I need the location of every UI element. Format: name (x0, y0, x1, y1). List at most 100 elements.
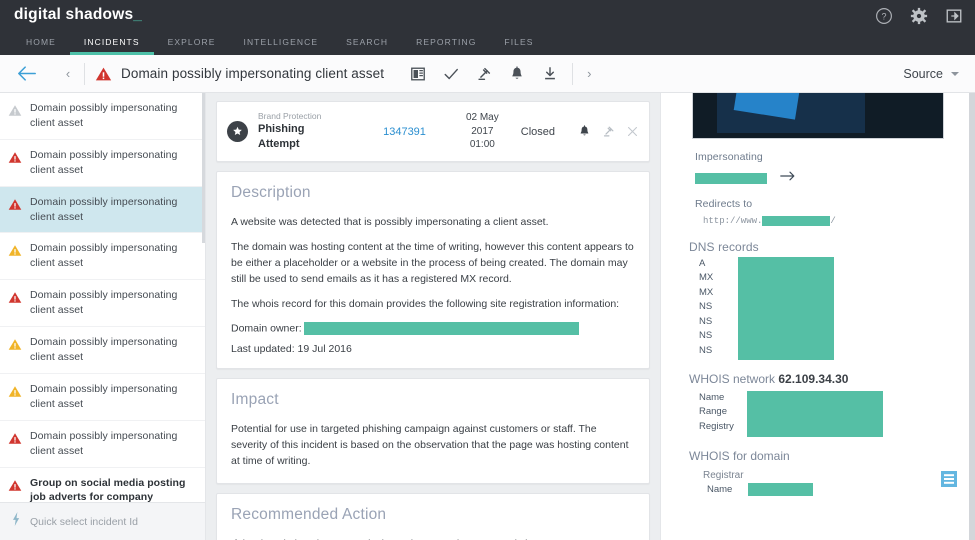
severity-amber-triangle-icon (8, 244, 22, 262)
list-item[interactable]: Domain possibly impersonating client ass… (0, 186, 205, 234)
description-paragraph-3: The whois record for this domain provide… (231, 297, 620, 310)
whois-network-label: WHOIS network (689, 372, 776, 386)
incident-category: Brand Protection (258, 111, 322, 121)
domain-owner-row: Domain owner: (231, 321, 635, 335)
nav-tab-home[interactable]: HOME (12, 30, 70, 55)
domain-owner-label: Domain owner: (231, 322, 302, 335)
nav-tab-files[interactable]: FILES (490, 30, 547, 55)
severity-amber-triangle-icon (8, 338, 22, 356)
close-icon[interactable] (626, 125, 639, 138)
list-item-label: Group on social media posting job advert… (30, 476, 186, 503)
logout-icon[interactable] (945, 7, 963, 25)
dns-records-table: A MX MX NS NS NS NS (699, 257, 961, 360)
incident-detail-column: Brand Protection Phishing Attempt 134739… (206, 93, 660, 540)
incident-status: Closed (520, 125, 555, 138)
whois-network-redacted-values (747, 391, 883, 437)
whois-network-table: Name Range Registry (699, 391, 961, 437)
dns-record-type: MX (699, 286, 714, 298)
gear-icon[interactable] (910, 7, 928, 25)
severity-grey-triangle-icon (8, 104, 22, 122)
list-item[interactable]: Domain possibly impersonating client ass… (0, 233, 205, 281)
list-item[interactable]: Domain possibly impersonating client ass… (0, 93, 205, 140)
window-scrollbar[interactable] (969, 93, 975, 540)
source-dropdown[interactable]: Source (903, 55, 959, 93)
list-item-label: Domain possibly impersonating client ass… (30, 148, 178, 176)
incident-classification: Brand Protection Phishing Attempt (258, 111, 347, 152)
brand-protection-badge-icon (227, 121, 248, 143)
help-icon[interactable]: ? (875, 7, 893, 25)
whois-network-keys: Name Range Registry (699, 391, 745, 437)
sidebar-scrollbar[interactable] (202, 93, 205, 243)
source-detail-panel: Impersonating Redirects to http://www. / … (660, 93, 975, 540)
main-navigation: HOME INCIDENTS EXPLORE INTELLIGENCE SEARCH RE… (12, 30, 548, 55)
gavel-icon[interactable] (602, 125, 615, 138)
next-incident-button[interactable]: › (587, 66, 591, 81)
impact-text: Potential for use in targeted phishing c… (231, 422, 629, 467)
nav-tab-reporting[interactable]: REPORTING (402, 30, 490, 55)
nav-tab-search[interactable]: SEARCH (332, 30, 402, 55)
toolbar-divider-1 (84, 62, 85, 85)
description-paragraph-1: A website was detected that is possibly … (231, 216, 549, 229)
svg-text:?: ? (881, 12, 886, 22)
list-item[interactable]: Group on social media posting job advert… (0, 468, 205, 503)
registrar-name-row: Name (707, 483, 961, 497)
list-item[interactable]: Domain possibly impersonating client ass… (0, 280, 205, 328)
redirect-url-suffix: / (830, 216, 836, 226)
top-bar: digital shadows_ HOME INCIDENTS EXPLORE INT… (0, 0, 975, 55)
nav-tab-incidents[interactable]: INCIDENTS (69, 30, 154, 55)
last-updated: Last updated: 19 Jul 2016 (231, 342, 352, 355)
toolbar-divider-2 (572, 62, 574, 85)
main-body: Domain possibly impersonating client ass… (0, 93, 975, 540)
quick-select-incident-field[interactable]: Quick select incident Id (0, 502, 205, 540)
whois-network-heading: WHOIS network 62.109.34.30 (689, 372, 961, 386)
whois-network-key: Name (699, 392, 725, 403)
impersonating-label: Impersonating (695, 151, 763, 163)
nav-tab-intelligence[interactable]: INTELLIGENCE (229, 30, 332, 55)
top-bar-icons: ? (875, 7, 963, 25)
download-icon[interactable] (542, 66, 558, 82)
redirects-to-row: http://www. / (703, 216, 961, 226)
description-title: Description (231, 184, 311, 202)
registrar-label: Registrar (703, 470, 744, 481)
list-item-label: Domain possibly impersonating client ass… (30, 382, 178, 410)
website-screenshot-thumbnail[interactable] (692, 93, 944, 139)
gavel-icon[interactable] (476, 66, 492, 82)
brand-logo[interactable]: digital shadows_ (14, 6, 142, 24)
description-card: Description A website was detected that … (216, 171, 650, 369)
back-arrow-icon (18, 66, 36, 81)
bell-icon[interactable] (509, 66, 525, 82)
list-view-icon[interactable] (941, 471, 957, 487)
check-icon[interactable] (443, 66, 459, 82)
dns-record-type: NS (699, 344, 713, 356)
list-item[interactable]: Domain possibly impersonating client ass… (0, 140, 205, 187)
redirect-url-redacted (762, 216, 831, 226)
redirect-url-prefix: http://www. (703, 216, 763, 226)
incident-id-link[interactable]: 1347391 (383, 126, 426, 138)
incident-type: Phishing Attempt (258, 123, 305, 151)
page-title: Domain possibly impersonating client ass… (121, 66, 385, 81)
bell-icon[interactable] (578, 125, 591, 138)
nav-tab-explore[interactable]: EXPLORE (154, 30, 230, 55)
list-item[interactable]: Domain possibly impersonating client ass… (0, 421, 205, 468)
dns-records-redacted-values (738, 257, 834, 360)
collapse-list-button[interactable]: ‹ (54, 66, 82, 81)
dns-record-type: NS (699, 330, 713, 342)
incident-header-actions (578, 125, 639, 138)
description-paragraph-2: The domain was hosting content at the ti… (231, 241, 634, 286)
brand-cursor: _ (133, 6, 143, 23)
severity-red-triangle-icon (8, 432, 22, 450)
notes-icon[interactable] (410, 66, 426, 82)
list-item[interactable]: Domain possibly impersonating client ass… (0, 374, 205, 421)
list-item[interactable]: Domain possibly impersonating client ass… (0, 327, 205, 374)
incident-time: 01:00 (469, 139, 495, 151)
whois-network-key: Registry (699, 420, 734, 432)
severity-red-triangle-icon (8, 198, 22, 216)
red-warning-triangle-icon (95, 66, 112, 82)
back-button[interactable] (0, 65, 54, 82)
domain-owner-redacted-value (303, 321, 579, 335)
arrow-right-icon[interactable] (780, 169, 796, 187)
list-item-label: Domain possibly impersonating client ass… (30, 195, 178, 223)
severity-amber-triangle-icon (8, 385, 22, 403)
impact-card: Impact Potential for use in targeted phi… (216, 377, 650, 484)
dns-record-type: A (699, 258, 706, 269)
